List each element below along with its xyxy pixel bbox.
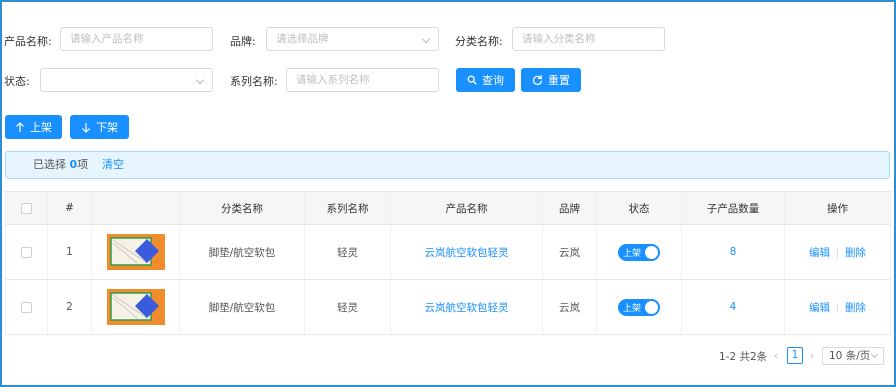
status-select[interactable] [40,68,213,92]
arrow-down-icon [82,122,90,133]
category-label: 分类名称: [455,35,503,48]
reload-icon [532,74,543,85]
toggle-knob [645,300,658,314]
row-brand: 云岚 [542,224,597,280]
page-size-value: 10 条/页 [829,350,871,362]
page-size-select[interactable]: 10 条/页 [822,347,884,365]
selection-alert: 已选择 0项 清空 [5,151,890,179]
category-placeholder: 请输入分类名称 [522,33,596,45]
table-row: 2 脚垫/航空软包 轻灵 云岚航空软包轻灵 云岚 上架 4 编辑 删除 [5,279,891,335]
row-actions: 编辑 删除 [784,224,891,280]
product-name-input[interactable]: 请输入产品名称 [60,27,213,51]
category-input[interactable]: 请输入分类名称 [512,27,665,51]
chevron-down-icon [195,75,205,85]
select-all-checkbox[interactable] [21,202,32,214]
row-select-cell[interactable] [5,224,48,280]
column-header: 分类名称 [179,191,305,225]
product-thumbnail [106,289,165,325]
column-header-image [91,191,180,225]
selection-info: 已选择 0项 [33,152,88,178]
product-thumbnail [106,234,165,270]
product-name-placeholder: 请输入产品名称 [70,33,144,45]
search-icon [467,75,477,85]
product-name-link[interactable]: 云岚航空软包轻灵 [425,302,509,314]
sub-product-count-link[interactable]: 8 [730,246,737,258]
column-header: 状态 [596,191,682,225]
product-thumbnail-cell [91,279,180,335]
series-label: 系列名称: [230,75,278,88]
row-brand: 云岚 [542,279,597,335]
edit-link[interactable]: 编辑 [809,302,830,314]
search-button-label: 查询 [482,74,504,87]
status-toggle[interactable]: 上架 [618,243,660,261]
product-name-label: 产品名称: [4,35,52,48]
brand-select[interactable]: 请选择品牌 [266,27,439,51]
column-header: 品牌 [542,191,597,225]
row-status-cell: 上架 [596,279,682,335]
arrow-up-icon [16,121,24,132]
status-toggle-label: 上架 [623,248,642,259]
brand-label: 品牌: [230,35,256,48]
product-name-link[interactable]: 云岚航空软包轻灵 [425,247,509,259]
row-checkbox[interactable] [21,246,32,258]
action-divider [837,247,838,258]
product-thumbnail-cell [91,224,180,280]
column-header: 子产品数量 [681,191,785,225]
row-series: 轻灵 [304,224,391,280]
column-header: 产品名称 [390,191,543,225]
reset-button[interactable]: 重置 [521,68,581,92]
shelve-button[interactable]: 上架 [5,115,62,139]
product-table: # 分类名称 系列名称 产品名称 品牌 状态 子产品数量 操作 1 脚垫/航空软… [5,191,891,335]
clear-selection-link[interactable]: 清空 [102,152,124,178]
chevron-down-icon [870,350,879,359]
column-header: 操作 [784,191,891,225]
row-category: 脚垫/航空软包 [179,224,305,280]
edit-link[interactable]: 编辑 [809,247,830,259]
column-header: 系列名称 [304,191,391,225]
row-checkbox[interactable] [21,301,32,313]
row-series: 轻灵 [304,279,391,335]
sub-product-count-link[interactable]: 4 [730,301,737,313]
toggle-knob [645,245,658,259]
status-toggle-label: 上架 [623,303,642,314]
row-category: 脚垫/航空软包 [179,279,305,335]
page-number-button[interactable]: 1 [787,347,803,364]
selection-count: 0 [69,158,78,171]
unshelve-button[interactable]: 下架 [70,115,129,139]
app-frame: 产品名称: 请输入产品名称 品牌: 请选择品牌 分类名称: 请输入分类名称 状态… [0,0,896,387]
pagination-total: 1-2 共2条 [719,351,768,363]
select-all-cell[interactable] [5,191,48,225]
row-status-cell: 上架 [596,224,682,280]
selection-prefix: 已选择 [33,158,70,171]
next-page-icon[interactable]: › [806,348,818,364]
chevron-down-icon [421,34,431,44]
search-button[interactable]: 查询 [456,68,515,92]
column-header: # [47,191,92,225]
prev-page-icon[interactable]: ‹ [770,348,782,364]
table-row: 1 脚垫/航空软包 轻灵 云岚航空软包轻灵 云岚 上架 8 编辑 删除 [5,224,891,280]
row-select-cell[interactable] [5,279,48,335]
delete-link[interactable]: 删除 [845,302,866,314]
status-label: 状态: [4,75,30,88]
shelve-button-label: 上架 [30,121,52,134]
unshelve-button-label: 下架 [96,121,118,134]
status-toggle[interactable]: 上架 [618,298,660,316]
reset-button-label: 重置 [548,74,570,87]
series-placeholder: 请输入系列名称 [296,74,370,86]
row-actions: 编辑 删除 [784,279,891,335]
action-divider [837,302,838,313]
brand-placeholder: 请选择品牌 [276,33,329,45]
row-index: 2 [47,279,92,335]
delete-link[interactable]: 删除 [845,247,866,259]
series-input[interactable]: 请输入系列名称 [286,68,439,92]
selection-suffix: 项 [77,158,89,171]
row-index: 1 [47,224,92,280]
table-header-row: # 分类名称 系列名称 产品名称 品牌 状态 子产品数量 操作 [5,191,891,225]
